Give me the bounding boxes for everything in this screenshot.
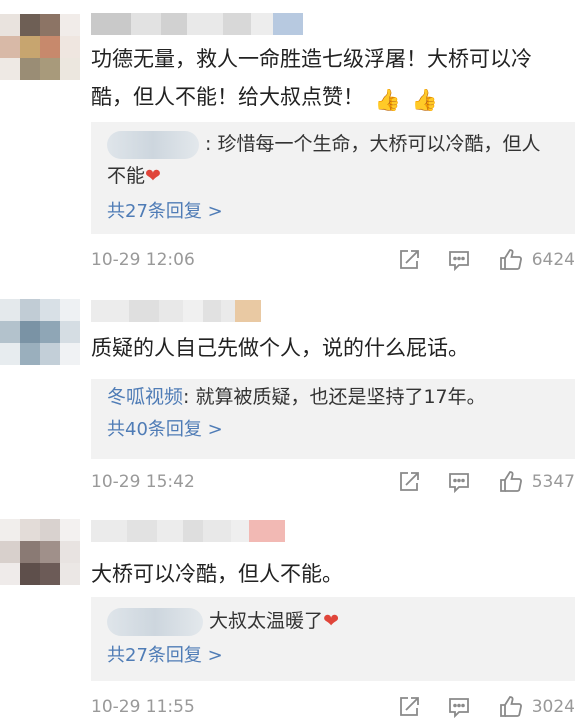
reply-text-line: 不能❤	[107, 160, 565, 192]
view-replies-link[interactable]: 共27条回复 >	[107, 643, 223, 669]
reply-author-link[interactable]: 冬呱视频	[107, 386, 183, 408]
comment-meta: 10-29 12:06 6424	[91, 246, 575, 274]
reply-text-line: 不能	[107, 165, 146, 187]
comment-text-line: 酷，但人不能！给大叔点赞！ 👍 👍	[91, 78, 571, 119]
thumbs-up-emoji: 👍	[411, 88, 438, 112]
comment-item: 质疑的人自己先做个人，说的什么屁话。 冬呱视频: 就算被质疑，也还是坚持了17年…	[0, 285, 585, 507]
view-replies-link[interactable]: 共27条回复 >	[107, 199, 223, 225]
like-count: 3024	[531, 697, 575, 717]
timestamp: 10-29 12:06	[91, 250, 195, 270]
like-icon[interactable]	[499, 248, 523, 272]
reply-author-blurred[interactable]	[107, 607, 203, 636]
comment-text: 功德无量，救人一命胜造七级浮屠！大桥可以冷 酷，但人不能！给大叔点赞！ 👍 👍	[91, 40, 571, 119]
like-count: 6424	[531, 250, 575, 270]
reply-box[interactable]: 冬呱视频: 就算被质疑，也还是坚持了17年。 共40条回复 >	[91, 379, 575, 459]
reply-box[interactable]: 大叔太温暖了❤ 共27条回复 >	[91, 597, 575, 681]
username-blurred[interactable]	[91, 520, 285, 542]
username-blurred[interactable]	[91, 13, 303, 35]
comment-text-line: 酷，但人不能！给大叔点赞！	[91, 85, 364, 109]
avatar[interactable]	[0, 519, 80, 585]
reply-text-line: 大叔太温暖了	[209, 610, 324, 632]
heart-emoji: ❤	[145, 165, 161, 187]
comment-icon[interactable]	[447, 470, 471, 494]
comment-text-line: 大桥可以冷酷，但人不能。	[91, 562, 343, 586]
reply-text: : 珍惜每一个生命，大桥可以冷酷，但人	[107, 128, 565, 160]
reply-author-blurred[interactable]	[107, 130, 199, 159]
timestamp: 10-29 15:42	[91, 472, 195, 492]
like-icon[interactable]	[499, 695, 523, 719]
comment-meta: 10-29 11:55 3024	[91, 693, 575, 721]
comment-icon[interactable]	[447, 695, 471, 719]
heart-emoji: ❤	[323, 610, 339, 632]
reply-text: 冬呱视频: 就算被质疑，也还是坚持了17年。	[107, 381, 565, 413]
comment-text-line: 质疑的人自己先做个人，说的什么屁话。	[91, 336, 469, 360]
like-icon[interactable]	[499, 470, 523, 494]
reply-text: 大叔太温暖了❤	[107, 605, 565, 637]
avatar[interactable]	[0, 299, 80, 365]
like-count: 5347	[531, 472, 575, 492]
reply-text-line: : 珍惜每一个生命，大桥可以冷酷，但人	[205, 133, 541, 155]
share-icon[interactable]	[397, 248, 421, 272]
share-icon[interactable]	[397, 470, 421, 494]
comment-text: 大桥可以冷酷，但人不能。	[91, 555, 571, 593]
comment-item: 功德无量，救人一命胜造七级浮屠！大桥可以冷 酷，但人不能！给大叔点赞！ 👍 👍 …	[0, 0, 585, 285]
username-blurred[interactable]	[91, 300, 261, 322]
comment-meta: 10-29 15:42 5347	[91, 468, 575, 496]
reply-box[interactable]: : 珍惜每一个生命，大桥可以冷酷，但人 不能❤ 共27条回复 >	[91, 122, 575, 234]
timestamp: 10-29 11:55	[91, 697, 195, 717]
share-icon[interactable]	[397, 695, 421, 719]
thumbs-up-emoji: 👍	[374, 88, 401, 112]
comment-item: 大桥可以冷酷，但人不能。 大叔太温暖了❤ 共27条回复 > 10-29 11:5…	[0, 507, 585, 724]
reply-text-line: : 就算被质疑，也还是坚持了17年。	[183, 386, 486, 408]
comment-text-line: 功德无量，救人一命胜造七级浮屠！大桥可以冷	[91, 47, 532, 71]
avatar[interactable]	[0, 14, 80, 80]
view-replies-link[interactable]: 共40条回复 >	[107, 417, 223, 443]
comment-icon[interactable]	[447, 248, 471, 272]
comment-text: 质疑的人自己先做个人，说的什么屁话。	[91, 329, 571, 367]
